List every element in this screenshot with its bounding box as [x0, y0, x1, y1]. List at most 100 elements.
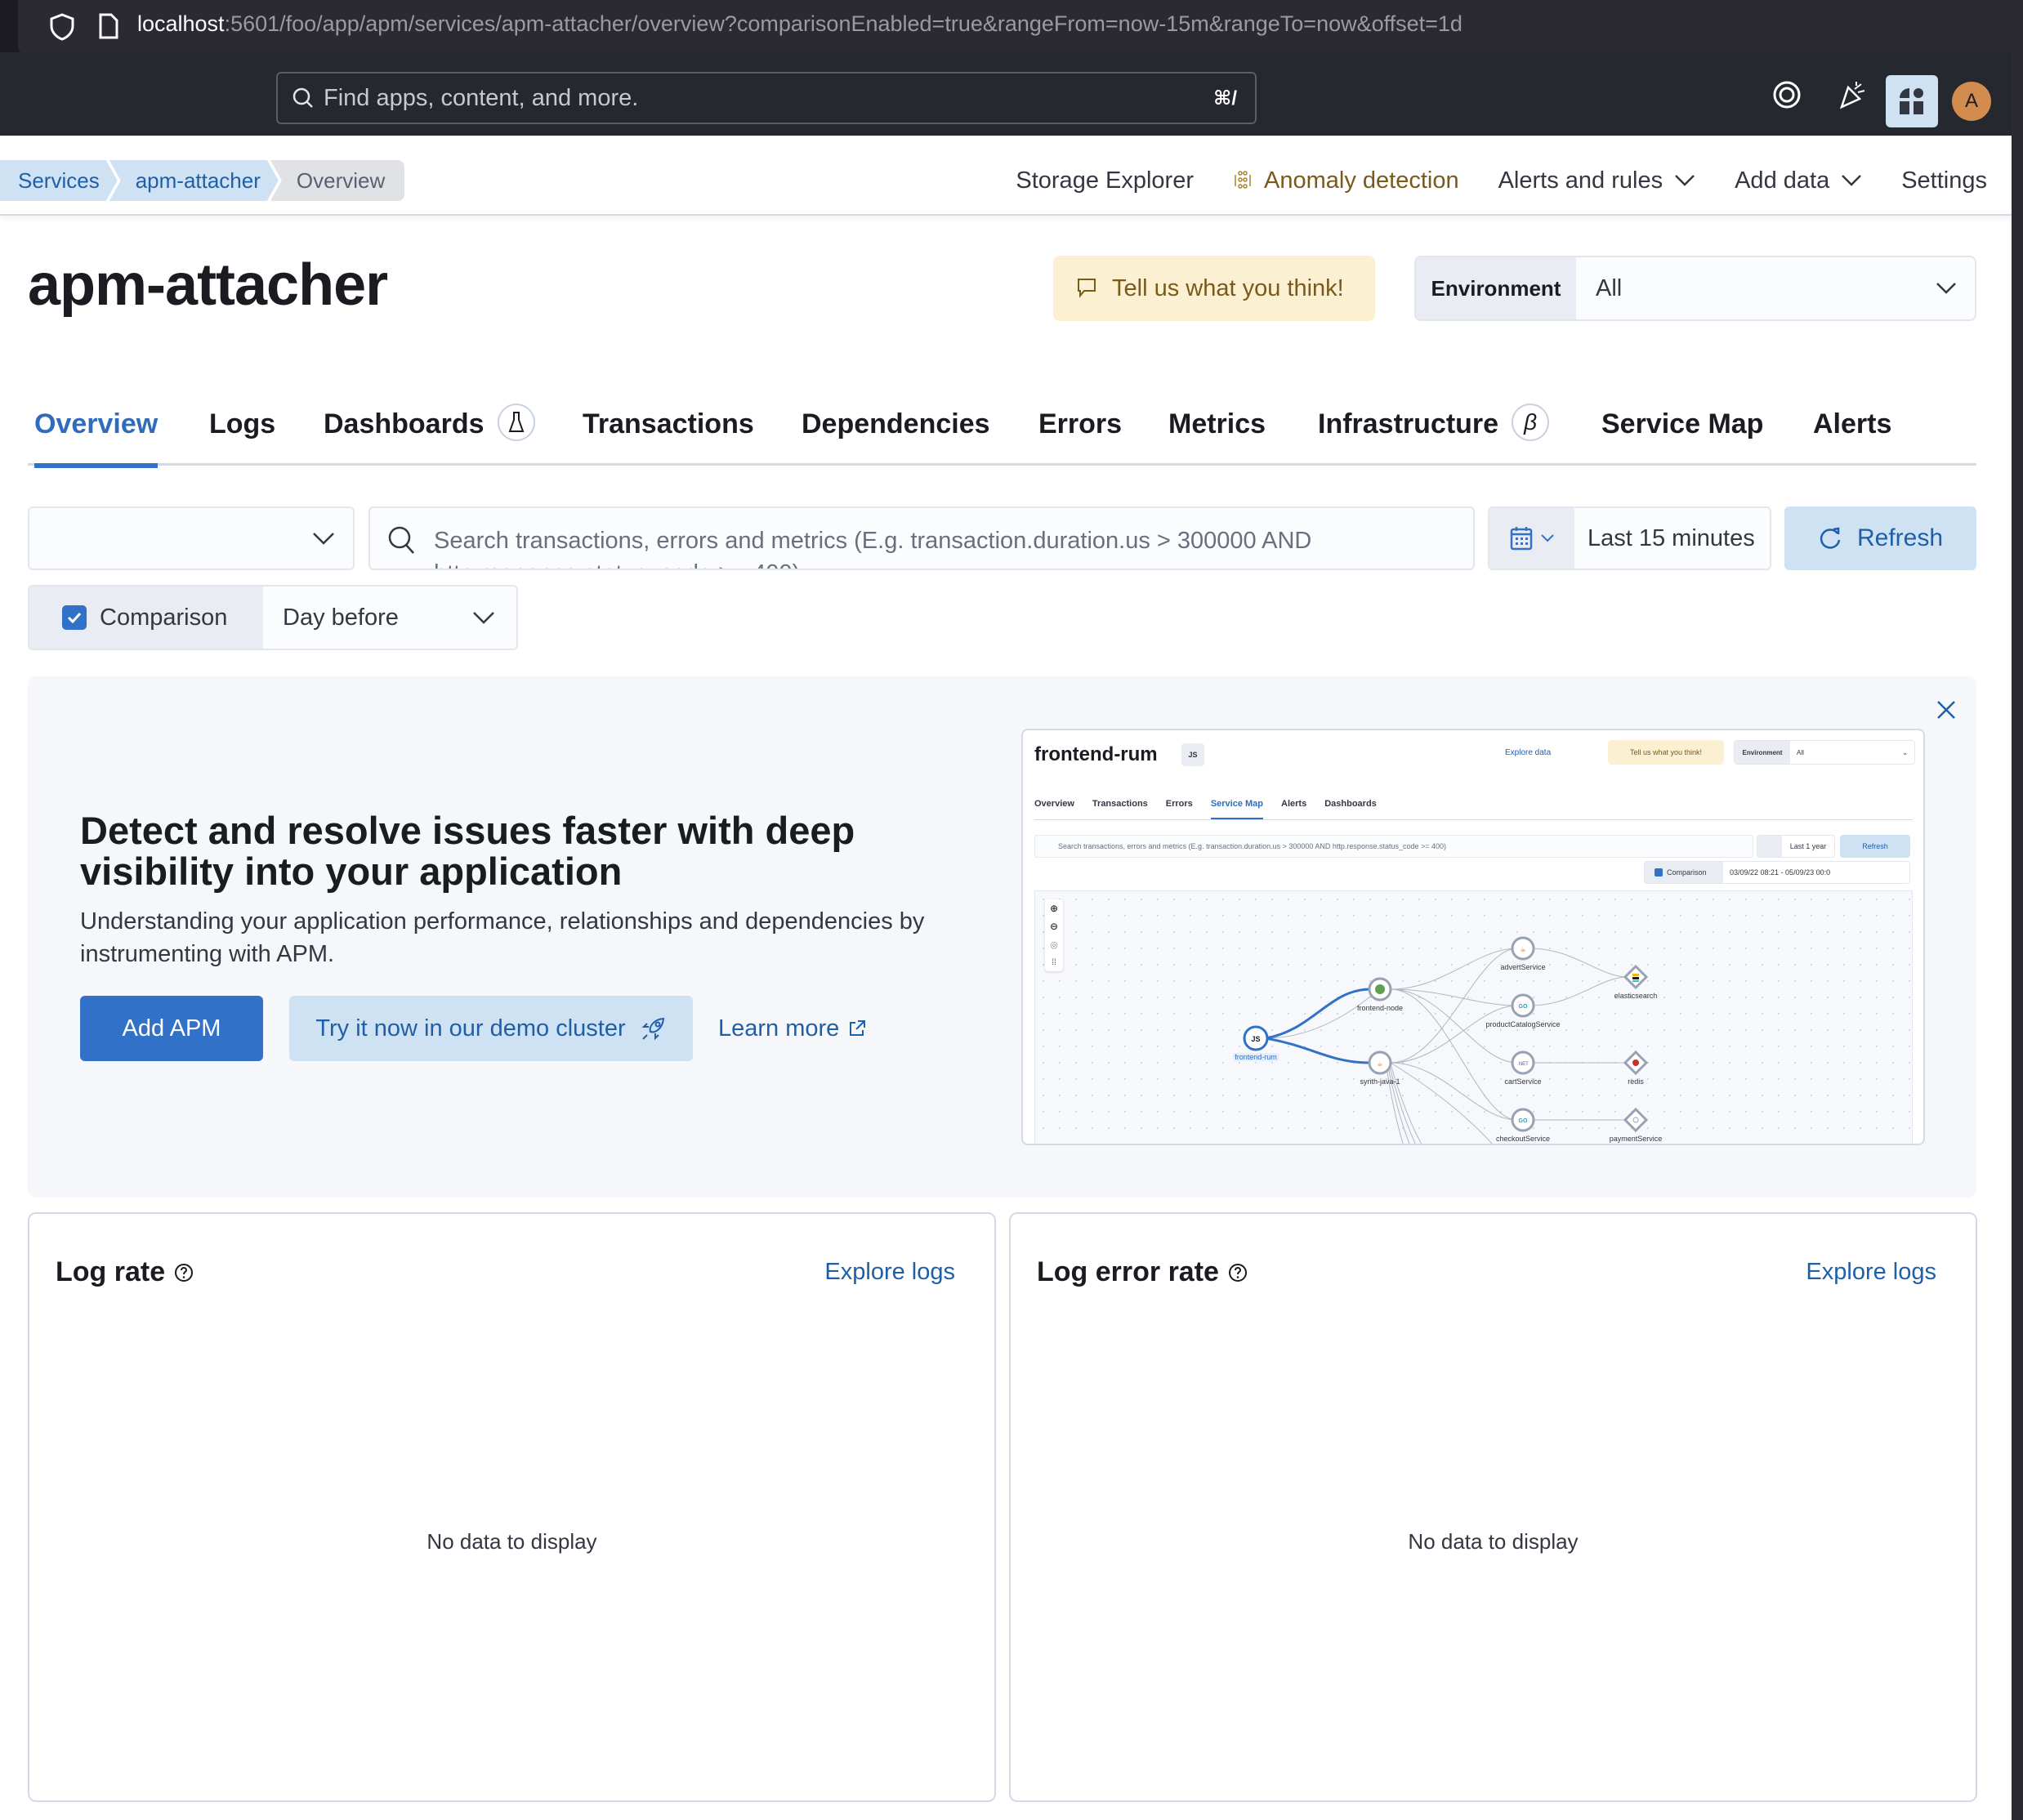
tab-infrastructure[interactable]: Infrastructure β: [1318, 404, 1550, 466]
tab-label: Transactions: [583, 408, 754, 439]
date-range-value[interactable]: Last 15 minutes: [1574, 508, 1770, 569]
tab-alerts[interactable]: Alerts: [1813, 408, 1891, 466]
settings-link[interactable]: Settings: [1901, 167, 1987, 194]
help-icon[interactable]: [1771, 79, 1802, 110]
browser-url-bar: localhost:5601/foo/app/apm/services/apm-…: [0, 0, 2023, 52]
search-placeholder: Find apps, content, and more.: [324, 84, 639, 111]
add-data-menu[interactable]: Add data: [1735, 167, 1862, 194]
promo-body: Understanding your application performan…: [80, 908, 925, 967]
external-link-icon: [850, 1020, 866, 1036]
shield-icon[interactable]: [49, 13, 75, 45]
node-payment-service: [1623, 1107, 1649, 1133]
comparison-offset-select[interactable]: Day before: [263, 587, 516, 649]
panel-title: Log rate: [56, 1256, 166, 1287]
log-error-rate-panel: Log error rate Explore logs No data to d…: [1009, 1212, 1977, 1802]
node-frontend-rum: JS: [1243, 1025, 1269, 1051]
page-info-icon[interactable]: [98, 13, 119, 43]
learn-more-link[interactable]: Learn more: [718, 996, 867, 1061]
global-search-input[interactable]: Find apps, content, and more. ⌘/: [276, 72, 1257, 124]
java-icon: ☕: [1520, 946, 1525, 953]
preview-comparison: Comparison 03/09/22 08:21 - 05/09/23 00:…: [1644, 861, 1910, 884]
tab-dependencies[interactable]: Dependencies: [802, 408, 990, 466]
demo-cluster-button[interactable]: Try it now in our demo cluster: [289, 996, 693, 1061]
add-apm-button[interactable]: Add APM: [80, 996, 263, 1061]
app-top-nav: Storage Explorer Anomaly detection Alert…: [1016, 160, 1987, 201]
page-title: apm-attacher: [28, 252, 388, 318]
chevron-down-icon: [1842, 175, 1862, 186]
empty-state: No data to display: [426, 1529, 597, 1554]
tab-label: Overview: [34, 408, 159, 439]
transaction-type-select[interactable]: [28, 506, 355, 570]
preview-service-map: ⊕ ⊖ ◎ ⁞⁞ JS ☕ ☕ GO .NET GO frontend-rum …: [1034, 890, 1913, 1144]
tab-dashboards[interactable]: Dashboards: [324, 404, 535, 466]
tab-logs[interactable]: Logs: [209, 408, 275, 466]
comment-icon: [1078, 279, 1096, 298]
rocket-icon: [641, 1017, 664, 1041]
preview-comparison-label: Comparison: [1667, 868, 1707, 877]
refresh-button[interactable]: Refresh: [1784, 506, 1976, 570]
tab-errors[interactable]: Errors: [1038, 408, 1122, 466]
node-label: productCatalogService: [1485, 1020, 1561, 1028]
node-advert-service: ☕: [1511, 936, 1535, 961]
url-field[interactable]: localhost:5601/foo/app/apm/services/apm-…: [137, 11, 1463, 37]
search-placeholder: Search transactions, errors and metrics …: [434, 528, 1312, 569]
close-icon[interactable]: [1936, 699, 1957, 720]
redis-icon: [1632, 1059, 1639, 1066]
chevron-down-icon: [1675, 175, 1695, 186]
beaker-icon: [497, 404, 535, 441]
learn-more-label: Learn more: [718, 1015, 840, 1042]
node-cart-service: .NET: [1511, 1051, 1535, 1075]
anomaly-detection-label: Anomaly detection: [1264, 167, 1459, 194]
node-label: frontend-node: [1356, 1004, 1404, 1012]
comparison-label: Comparison: [100, 604, 228, 631]
preview-date-picker: Last 1 year: [1757, 835, 1835, 858]
search-icon: [388, 526, 414, 554]
node-elasticsearch: [1623, 964, 1649, 990]
window-scrollbar[interactable]: [2012, 52, 2023, 1820]
anomaly-detection-link[interactable]: Anomaly detection: [1233, 167, 1459, 194]
preview-date-range: Last 1 year: [1789, 842, 1827, 850]
tab-label: Dashboards: [324, 408, 485, 439]
avatar-initial: A: [1964, 90, 1978, 112]
tab-label: Service Map: [1601, 408, 1764, 439]
help-icon[interactable]: [173, 1262, 194, 1283]
date-picker[interactable]: Last 15 minutes: [1488, 506, 1771, 570]
preview-environment: Environment All ⌄: [1734, 740, 1915, 765]
alerts-rules-menu[interactable]: Alerts and rules: [1498, 167, 1696, 194]
tab-transactions[interactable]: Transactions: [583, 408, 754, 466]
tab-label: Alerts: [1813, 408, 1892, 439]
news-icon[interactable]: [1837, 79, 1868, 110]
explore-logs-link[interactable]: Explore logs: [824, 1259, 955, 1286]
breadcrumb-service[interactable]: apm-attacher: [109, 160, 279, 201]
preview-refresh: Refresh: [1840, 835, 1910, 858]
preview-tab: Alerts: [1281, 799, 1307, 809]
chevron-down-icon: [313, 533, 334, 545]
comparison-control: Comparison Day before: [28, 585, 518, 650]
preview-tab: Overview: [1034, 799, 1074, 809]
chevron-down-icon: [1541, 534, 1554, 542]
kuery-search-input[interactable]: Search transactions, errors and metrics …: [368, 506, 1475, 570]
tab-overview[interactable]: Overview: [34, 408, 159, 468]
help-icon[interactable]: [1227, 1262, 1248, 1283]
tab-service-map[interactable]: Service Map: [1601, 408, 1763, 466]
user-avatar[interactable]: A: [1952, 82, 1991, 121]
breadcrumb-services[interactable]: Services: [0, 160, 118, 201]
comparison-checkbox[interactable]: Comparison: [29, 587, 263, 649]
keyboard-shortcut: ⌘/: [1213, 87, 1237, 109]
node-label: cartService: [1504, 1077, 1542, 1086]
storage-explorer-link[interactable]: Storage Explorer: [1016, 167, 1194, 194]
breadcrumb-label: Services: [18, 167, 100, 193]
quick-select-button[interactable]: [1489, 508, 1574, 569]
feedback-button[interactable]: Tell us what you think!: [1053, 256, 1375, 321]
explore-logs-link[interactable]: Explore logs: [1806, 1259, 1936, 1286]
environment-value: All: [1596, 274, 1623, 301]
apps-menu-button[interactable]: [1886, 75, 1938, 127]
node-label: synth-java-1: [1360, 1077, 1400, 1086]
service-map-graph: JS ☕ ☕ GO .NET GO: [1243, 936, 1649, 1144]
environment-select[interactable]: Environment All: [1414, 256, 1976, 321]
preview-feedback: Tell us what you think!: [1608, 740, 1724, 765]
tab-label: Errors: [1038, 408, 1123, 439]
settings-label: Settings: [1901, 167, 1987, 194]
dotnet-icon: .NET: [1517, 1062, 1529, 1067]
tab-metrics[interactable]: Metrics: [1168, 408, 1266, 466]
